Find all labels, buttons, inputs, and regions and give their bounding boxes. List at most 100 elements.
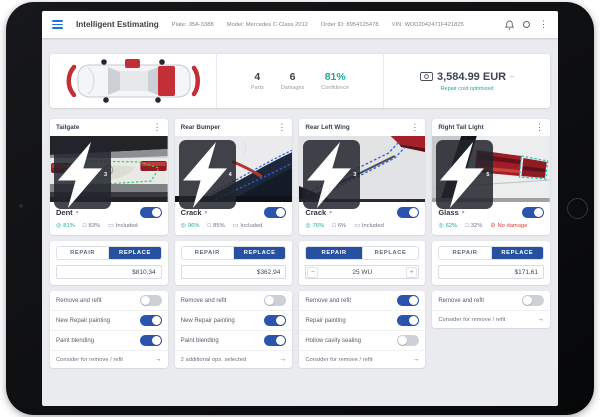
tab-replace[interactable]: REPLACE [108, 247, 161, 259]
stat-confidence: 62% [438, 223, 458, 229]
estimate-summary-card: 4 Parts 6 Damages 81% Confidence 3,584.9… [50, 54, 550, 108]
caret-down-icon[interactable]: ▾ [329, 210, 332, 216]
operation-toggle[interactable] [139, 295, 162, 306]
stat-cost: Included [233, 223, 262, 229]
footer-label: 2 additional ops. selected [180, 356, 247, 363]
repair-replace-tabs: REPAIR REPLACE [305, 246, 420, 260]
operation-toggle[interactable] [397, 335, 420, 346]
footer-label: Consider for remove / refit [305, 356, 373, 363]
panel-icon [208, 223, 212, 229]
photo-count-badge: 3 [54, 140, 112, 209]
damage-photo[interactable]: 5 [432, 136, 550, 209]
operation-row: Repair painting [299, 311, 426, 331]
damage-toggle[interactable] [521, 207, 544, 218]
damage-toggle[interactable] [264, 207, 287, 218]
stat-cost: Included [354, 223, 384, 229]
damage-type: Crack [305, 208, 327, 217]
stat-confidence: 96% [181, 223, 200, 229]
tab-replace[interactable]: REPLACE [490, 247, 543, 259]
decrease-button[interactable]: − [307, 266, 319, 278]
repair-replace-tabs: REPAIR REPLACE [438, 246, 544, 260]
collapse-icon[interactable]: – [510, 73, 514, 80]
operation-toggle[interactable] [521, 295, 544, 306]
notification-bell-icon[interactable] [505, 20, 514, 30]
photo-count-badge: 4 [178, 140, 236, 209]
increase-button[interactable]: + [406, 266, 418, 278]
operation-toggle[interactable] [397, 315, 420, 326]
cost-icon [233, 223, 239, 229]
operation-label: New Repair painting [56, 317, 111, 324]
home-button[interactable] [567, 198, 588, 219]
card-footer-link[interactable]: Consider for remove / refit → [432, 311, 550, 328]
top-app-bar: Intelligent Estimating Plate: JBA-3388 M… [42, 11, 558, 38]
arrow-right-icon: → [279, 356, 287, 363]
price-input[interactable] [438, 265, 544, 279]
caret-down-icon[interactable]: ▾ [462, 210, 465, 216]
repair-replace-tabs: REPAIR REPLACE [56, 246, 162, 260]
tab-repair[interactable]: REPAIR [181, 247, 233, 259]
no-damage-icon [490, 223, 495, 229]
tab-repair[interactable]: REPAIR [439, 247, 491, 259]
photo-count: 3 [104, 171, 108, 178]
caret-down-icon[interactable]: ▾ [76, 210, 79, 216]
damage-type: Crack [180, 208, 202, 217]
vehicle-damage-diagram[interactable] [50, 54, 217, 108]
arrow-right-icon: → [536, 316, 544, 323]
operation-row: Remove and refit [299, 291, 426, 311]
confidence-icon [181, 223, 186, 229]
meta-vin: VIN: WDD2042471F421825 [391, 21, 464, 28]
labor-units-stepper: − + [305, 265, 420, 279]
operation-toggle[interactable] [139, 315, 162, 326]
operation-toggle[interactable] [264, 335, 287, 346]
photo-count-badge: 5 [436, 140, 494, 209]
card-menu-icon[interactable]: ⋮ [277, 123, 286, 132]
operation-toggle[interactable] [264, 315, 287, 326]
overflow-menu-icon[interactable]: ⋮ [539, 20, 548, 29]
summary-damages: 6 Damages [281, 71, 305, 91]
operation-label: Paint blending [56, 337, 95, 344]
operation-row: Hollow cavity sealing [299, 331, 426, 351]
damage-photo[interactable]: 3 [299, 136, 426, 209]
operation-label: Remove and refit [438, 297, 485, 304]
card-footer-link[interactable]: 2 additional ops. selected → [175, 351, 293, 368]
price-input[interactable] [180, 265, 287, 279]
card-menu-icon[interactable]: ⋮ [410, 123, 419, 132]
price-input[interactable] [56, 265, 162, 279]
caret-down-icon[interactable]: ▾ [205, 210, 208, 216]
labor-units-input[interactable] [318, 268, 407, 276]
operation-row: New Repair painting [174, 311, 293, 331]
stat-cost: Included [108, 223, 138, 229]
part-card-tailgate: Tailgate ⋮ 3 Dent ▾ ◎ 81% □ 83% ▭ Includ… [50, 119, 168, 368]
photo-count: 3 [353, 171, 357, 178]
sync-status-icon[interactable] [523, 21, 530, 28]
tab-repair[interactable]: REPAIR [57, 247, 109, 259]
part-card-rear-bumper: Rear Bumper ⋮ 4 Crack ▾ ◎ 96% □ 85% ▭ In… [174, 119, 293, 368]
total-amount: 3,584.99 EUR [436, 70, 507, 83]
tab-replace[interactable]: REPLACE [233, 247, 286, 259]
tab-repair[interactable]: REPAIR [306, 247, 362, 259]
damage-toggle[interactable] [139, 207, 162, 218]
summary-stats: 4 Parts 6 Damages 81% Confidence [217, 54, 384, 108]
operation-toggle[interactable] [139, 335, 162, 346]
card-menu-icon[interactable]: ⋮ [153, 123, 162, 132]
part-card-rear-left-wing: Rear Left Wing ⋮ 3 Crack ▾ ◎ 76% □ 6% ▭ … [299, 119, 426, 368]
operation-label: Remove and refit [56, 297, 102, 304]
damage-photo[interactable]: 4 [174, 136, 293, 209]
meta-order-id: Order ID: 8954125478 [320, 21, 379, 28]
card-footer-link[interactable]: Consider for remove / refit → [299, 351, 425, 368]
hamburger-menu-icon[interactable] [52, 20, 63, 29]
card-footer-link[interactable]: Consider for remove / refit → [50, 351, 168, 368]
operation-label: Repair painting [305, 317, 346, 324]
photo-count: 4 [228, 171, 232, 178]
tab-replace[interactable]: REPLACE [361, 247, 419, 259]
part-cards-grid: Tailgate ⋮ 3 Dent ▾ ◎ 81% □ 83% ▭ Includ… [50, 119, 550, 368]
operation-toggle[interactable] [264, 295, 287, 306]
operation-toggle[interactable] [397, 295, 420, 306]
meta-model: Model: Mercedes C-Class 2012 [226, 21, 308, 28]
operation-label: Paint blending [180, 337, 219, 344]
card-menu-icon[interactable]: ⋮ [535, 123, 544, 132]
topbar-actions: ⋮ [505, 20, 548, 30]
damage-toggle[interactable] [397, 207, 420, 218]
damage-photo[interactable]: 3 [50, 136, 168, 209]
arrow-right-icon: → [412, 356, 420, 363]
